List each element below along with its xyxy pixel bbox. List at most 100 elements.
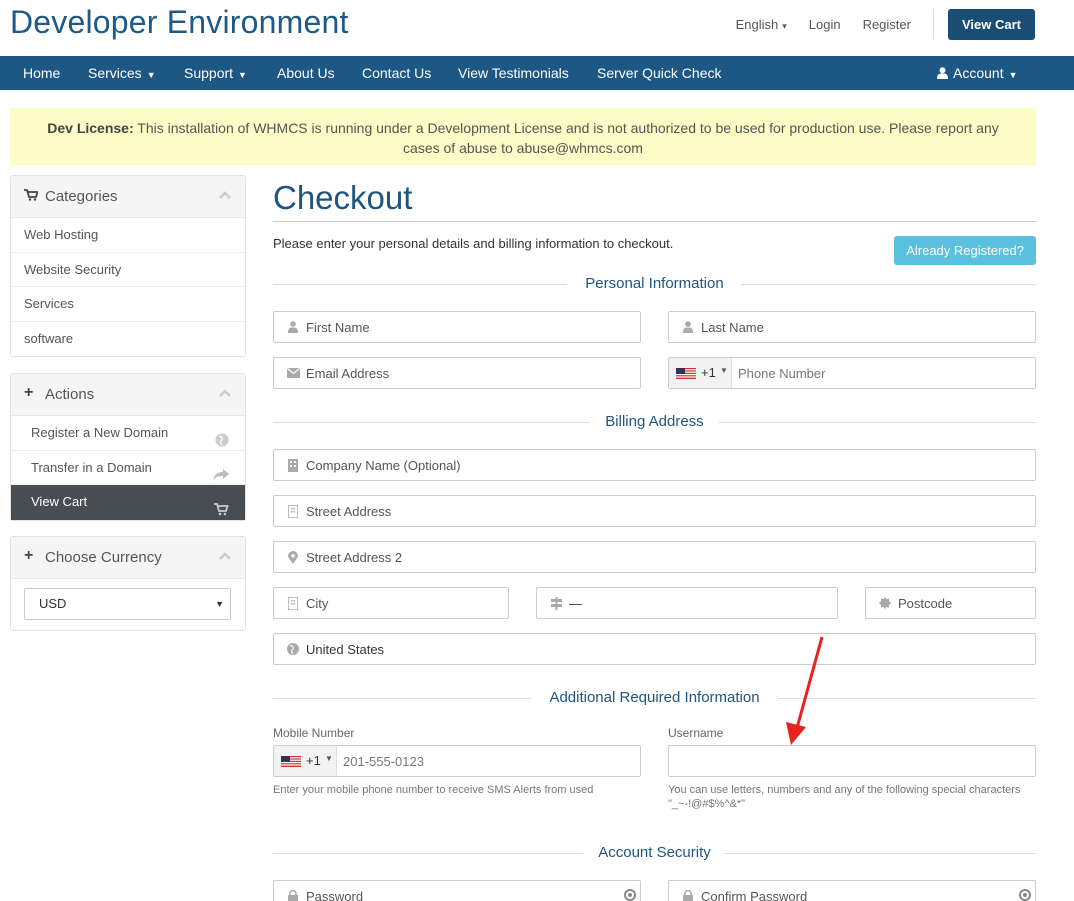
category-label: Website Security — [24, 261, 122, 277]
panel-title: Actions — [45, 386, 95, 403]
road-sign-icon — [549, 597, 563, 611]
action-label: View Cart — [31, 494, 88, 509]
checkout-main: Checkout Please enter your personal deta… — [273, 175, 1036, 901]
caret-down-icon: ▼ — [146, 70, 156, 80]
category-label: Services — [24, 296, 74, 311]
last-name-field[interactable]: Last Name — [668, 311, 1036, 343]
category-item[interactable]: Website Security — [11, 253, 245, 287]
placeholder: Last Name — [701, 320, 764, 335]
currency-value: USD — [39, 596, 67, 611]
country-code-selector[interactable]: +1 ▼ — [274, 746, 337, 776]
nav-label: Server Quick Check — [597, 65, 722, 81]
state-select[interactable]: — — [536, 587, 838, 619]
nav-label: Account — [953, 65, 1004, 81]
country-code-selector[interactable]: +1 ▼ — [669, 358, 732, 388]
street-address-field[interactable]: Street Address — [273, 495, 1036, 527]
actions-panel-header[interactable]: + Actions — [11, 374, 245, 416]
phone-field[interactable]: +1 ▼ Phone Number — [668, 357, 1036, 389]
street-address-2-field[interactable]: Street Address 2 — [273, 541, 1036, 573]
category-item[interactable]: Web Hosting — [11, 218, 245, 253]
main-navbar: Home Services ▼ Support ▼ About Us Contact… — [0, 56, 1074, 90]
section-heading-security: Account Security — [273, 844, 1036, 864]
user-icon — [937, 67, 948, 79]
categories-panel-header[interactable]: Categories — [11, 176, 245, 218]
action-view-cart[interactable]: View Cart — [11, 485, 245, 520]
mobile-number-label: Mobile Number — [273, 726, 355, 740]
placeholder: Street Address — [306, 504, 392, 519]
certificate-icon — [878, 597, 892, 611]
site-header: Developer Environment English ▾ Login Reg… — [0, 0, 1074, 56]
top-links: English ▾ Login Register View Cart — [736, 8, 1074, 40]
cart-icon — [24, 188, 39, 204]
action-register-domain[interactable]: Register a New Domain — [11, 416, 245, 451]
us-flag-icon — [281, 756, 301, 767]
currency-panel-header[interactable]: + Choose Currency — [11, 537, 245, 579]
action-label: Transfer in a Domain — [31, 459, 152, 475]
confirm-password-field[interactable]: Confirm Password — [668, 880, 1036, 901]
dial-code: +1 — [306, 753, 321, 768]
username-help-text: You can use letters, numbers and any of … — [668, 784, 1021, 810]
category-item[interactable]: software — [11, 322, 245, 357]
category-label: Web Hosting — [24, 227, 99, 242]
email-field[interactable]: Email Address — [273, 357, 641, 389]
country-value: United States — [306, 642, 385, 657]
caret-down-icon: ▼ — [215, 599, 224, 609]
chevron-up-icon — [219, 552, 231, 560]
placeholder: Phone Number — [738, 366, 826, 381]
categories-panel: Categories Web Hosting Website Security … — [10, 175, 246, 357]
category-item[interactable]: Services — [11, 287, 245, 322]
section-heading-billing: Billing Address — [273, 413, 1036, 433]
action-transfer-domain[interactable]: Transfer in a Domain — [11, 451, 245, 485]
city-field[interactable]: City — [273, 587, 509, 619]
nav-server-quick-check[interactable]: Server Quick Check — [597, 56, 721, 90]
alert-title: Dev License: — [47, 120, 134, 136]
nav-label: Services — [88, 65, 142, 81]
nav-contact-us[interactable]: Contact Us — [362, 56, 431, 90]
currency-select[interactable]: USD ▼ — [24, 588, 231, 620]
view-cart-button[interactable]: View Cart — [947, 8, 1035, 40]
nav-view-testimonials[interactable]: View Testimonials — [458, 56, 569, 90]
checkout-intro: Please enter your personal details and b… — [273, 236, 674, 251]
alert-text: This installation of WHMCS is running un… — [137, 120, 999, 156]
globe-icon — [286, 643, 300, 657]
mobile-number-field[interactable]: +1 ▼ 201-555-0123 — [273, 745, 641, 777]
page-title: Checkout — [273, 179, 413, 216]
nav-home[interactable]: Home — [23, 56, 60, 90]
section-heading-personal: Personal Information — [273, 275, 1036, 295]
actions-panel: + Actions Register a New Domain Transfer… — [10, 373, 246, 521]
country-select[interactable]: United States — [273, 633, 1036, 665]
show-password-icon[interactable] — [1019, 889, 1031, 901]
nav-services[interactable]: Services ▼ — [88, 56, 156, 90]
already-registered-button[interactable]: Already Registered? — [894, 236, 1036, 265]
cart-icon — [214, 494, 229, 528]
placeholder: Street Address 2 — [306, 550, 403, 565]
placeholder: Company Name (Optional) — [306, 458, 461, 473]
language-selector[interactable]: English ▾ — [736, 17, 787, 32]
nav-about-us[interactable]: About Us — [277, 56, 335, 90]
nav-label: View Testimonials — [458, 65, 569, 81]
placeholder: Email Address — [306, 366, 390, 381]
show-password-icon[interactable] — [624, 889, 636, 901]
company-field[interactable]: Company Name (Optional) — [273, 449, 1036, 481]
postcode-field[interactable]: Postcode — [865, 587, 1036, 619]
site-brand[interactable]: Developer Environment — [10, 4, 349, 41]
nav-support[interactable]: Support ▼ — [184, 56, 247, 90]
nav-label: Support — [184, 65, 234, 81]
username-field[interactable] — [668, 745, 1036, 777]
password-field[interactable]: Password — [273, 880, 641, 901]
register-link[interactable]: Register — [863, 17, 911, 32]
category-label: software — [24, 330, 74, 346]
dev-license-alert: Dev License: This installation of WHMCS … — [10, 108, 1036, 165]
dial-code: +1 — [701, 365, 716, 380]
building-icon — [286, 459, 300, 473]
panel-title: Choose Currency — [45, 549, 162, 566]
login-link[interactable]: Login — [809, 17, 841, 32]
caret-down-icon: ▼ — [720, 366, 728, 375]
chevron-up-icon — [219, 389, 231, 397]
plus-icon: + — [24, 547, 34, 564]
building-icon — [286, 596, 300, 611]
section-heading-additional: Additional Required Information — [273, 689, 1036, 709]
currency-body: USD ▼ — [11, 579, 245, 630]
nav-account[interactable]: Account ▼ — [937, 56, 1018, 90]
first-name-field[interactable]: First Name — [273, 311, 641, 343]
